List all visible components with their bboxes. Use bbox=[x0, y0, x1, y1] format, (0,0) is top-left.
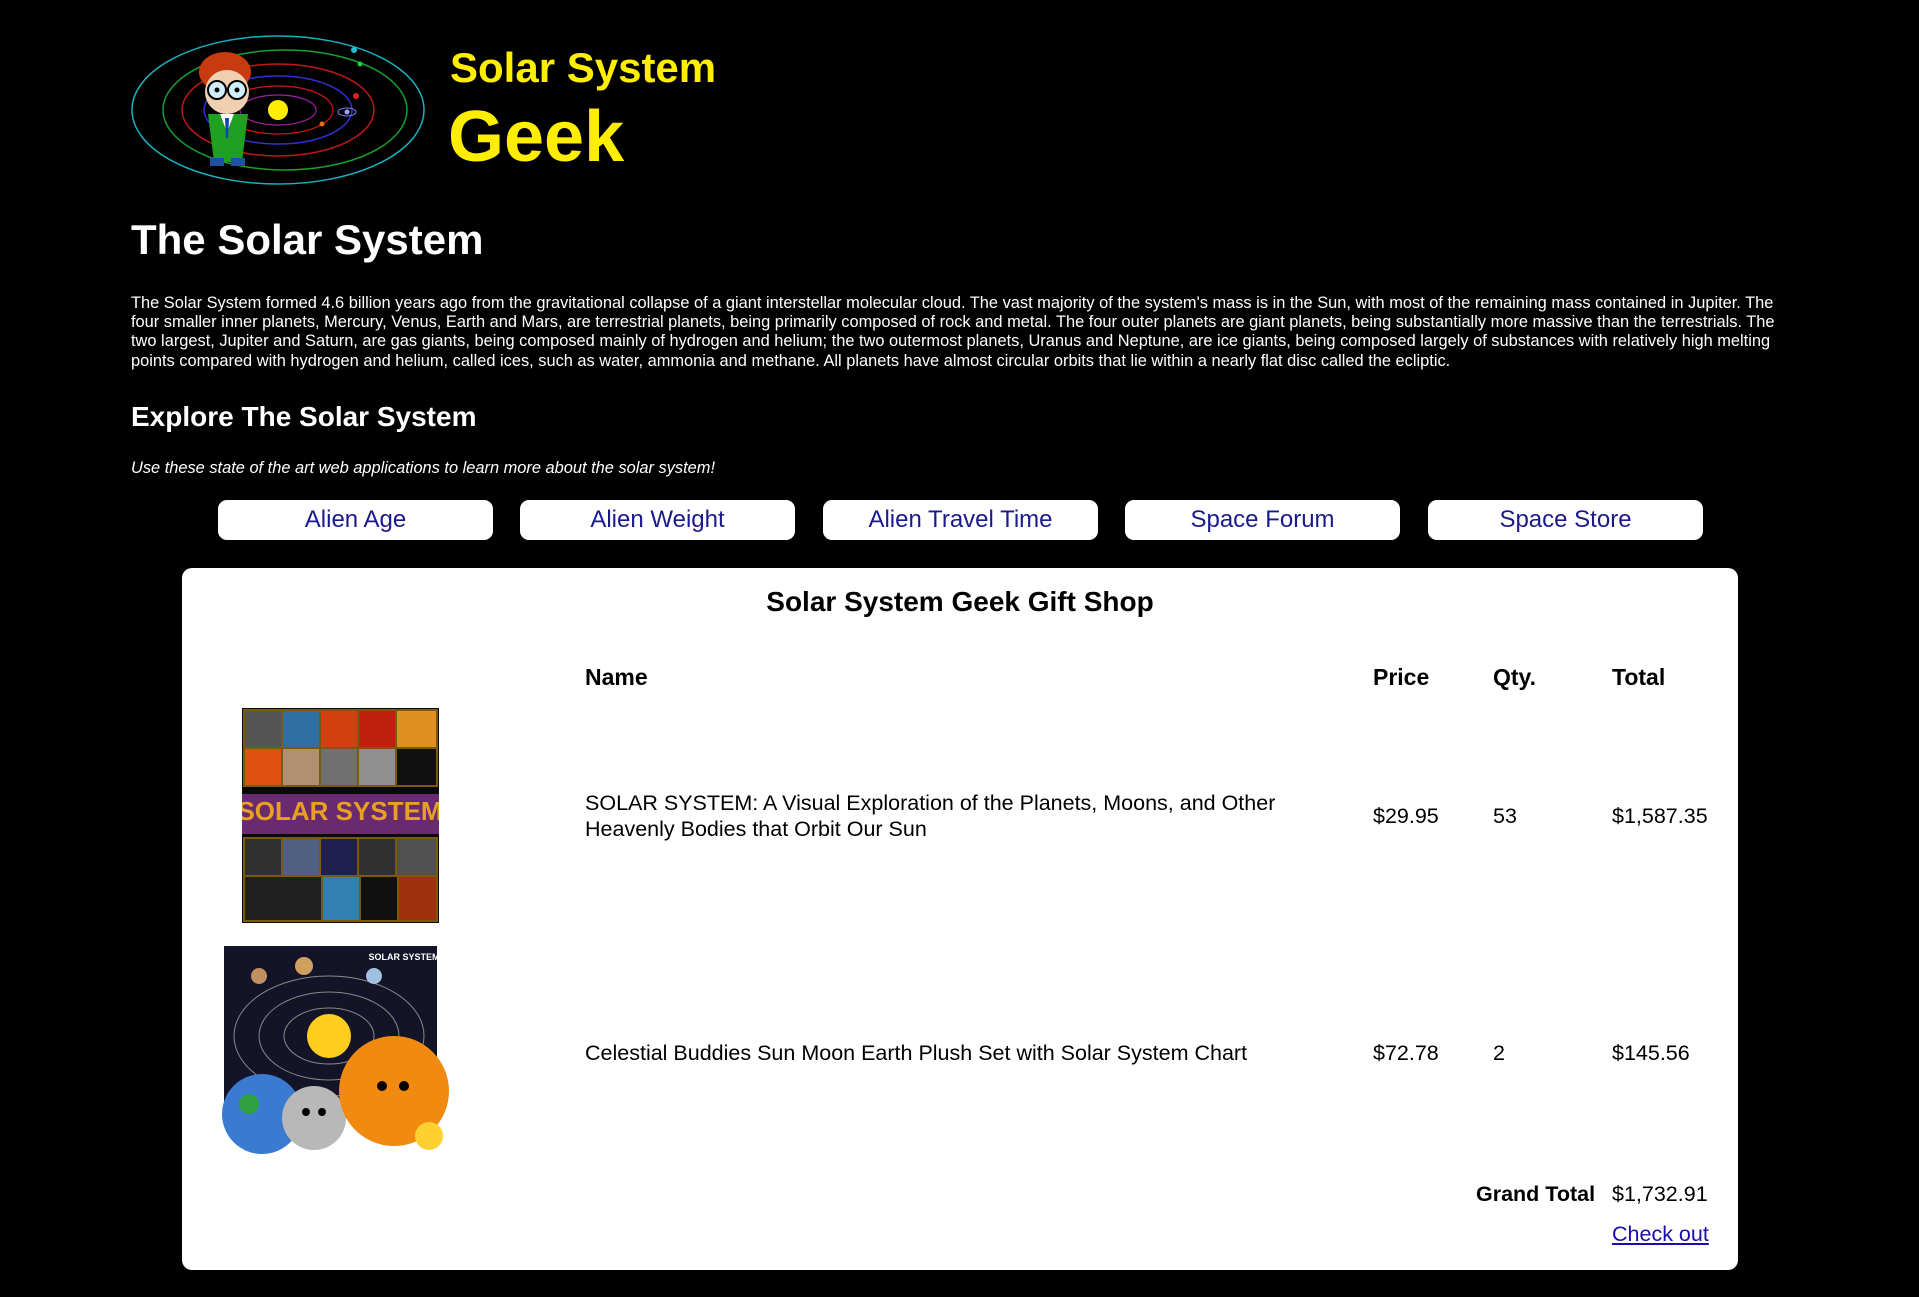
product-price-book: $29.95 bbox=[1373, 804, 1439, 828]
column-header-price: Price bbox=[1373, 664, 1430, 690]
grand-total-label: Grand Total bbox=[1476, 1182, 1596, 1206]
product-name-book-line1: SOLAR SYSTEM: A Visual Exploration of th… bbox=[585, 791, 1276, 815]
page: Solar System Geek The Solar System The S… bbox=[0, 0, 1919, 1297]
nav-button-alien-age[interactable]: Alien Age bbox=[218, 500, 493, 540]
product-price-plush: $72.78 bbox=[1373, 1041, 1439, 1065]
nav-button-alien-travel-time[interactable]: Alien Travel Time bbox=[823, 500, 1098, 540]
book-cover-icon: SOLAR SYSTEM bbox=[242, 708, 439, 923]
product-total-plush: $145.56 bbox=[1612, 1041, 1690, 1065]
solar-orbit-logo-icon bbox=[131, 35, 425, 185]
logo-title-line2: Geek bbox=[448, 97, 625, 177]
product-total-book: $1,587.35 bbox=[1612, 804, 1708, 828]
plush-set-icon: SOLAR SYSTEM bbox=[222, 946, 449, 1154]
product-name-book-line2: Heavenly Bodies that Orbit Our Sun bbox=[585, 817, 927, 841]
gift-shop-title: Solar System Geek Gift Shop bbox=[766, 586, 1154, 617]
checkout-link[interactable]: Check out bbox=[1612, 1222, 1709, 1247]
intro-paragraph: The Solar System formed 4.6 billion year… bbox=[131, 294, 1775, 370]
svg-text:SOLAR SYSTEM: SOLAR SYSTEM bbox=[242, 796, 439, 826]
product-qty-book: 53 bbox=[1493, 804, 1517, 828]
column-header-total: Total bbox=[1612, 664, 1666, 690]
column-header-name: Name bbox=[585, 664, 648, 690]
nav-button-alien-weight[interactable]: Alien Weight bbox=[520, 500, 795, 540]
page-title: The Solar System bbox=[131, 216, 484, 263]
explore-heading: Explore The Solar System bbox=[131, 401, 477, 432]
nav-button-space-store[interactable]: Space Store bbox=[1428, 500, 1703, 540]
logo-title-line1: Solar System bbox=[450, 44, 717, 91]
product-name-book: SOLAR SYSTEM: A Visual Exploration of th… bbox=[585, 790, 1275, 842]
gift-shop-panel: Solar System Geek Gift Shop Name Price Q… bbox=[182, 568, 1738, 1270]
product-image-plush[interactable]: SOLAR SYSTEM bbox=[204, 946, 462, 1158]
explore-subtitle: Use these state of the art web applicati… bbox=[131, 459, 715, 477]
svg-text:SOLAR SYSTEM: SOLAR SYSTEM bbox=[368, 952, 439, 962]
product-image-book[interactable]: SOLAR SYSTEM bbox=[242, 708, 439, 923]
column-header-qty: Qty. bbox=[1493, 664, 1537, 690]
site-logo[interactable]: Solar System Geek bbox=[130, 34, 730, 189]
product-qty-plush: 2 bbox=[1493, 1041, 1505, 1065]
product-name-plush: Celestial Buddies Sun Moon Earth Plush S… bbox=[585, 1041, 1248, 1065]
nav-button-space-forum[interactable]: Space Forum bbox=[1125, 500, 1400, 540]
grand-total-value: $1,732.91 bbox=[1612, 1182, 1708, 1206]
